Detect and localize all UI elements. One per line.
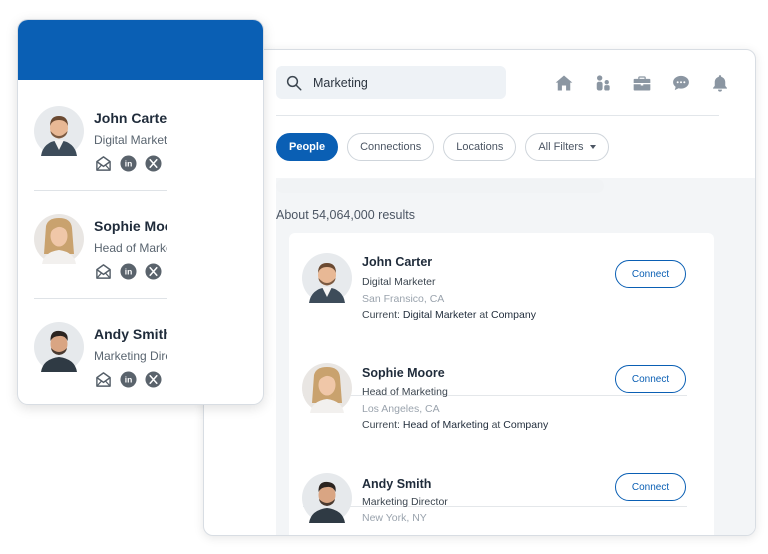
email-icon[interactable] [94,154,112,172]
search-input[interactable] [313,75,493,90]
linkedin-icon[interactable]: in [119,262,137,280]
email-icon[interactable] [94,262,112,280]
filter-label: People [289,141,326,153]
at-word: at [491,419,501,431]
filter-divider [276,179,604,193]
linkedin-icon[interactable]: in [119,370,137,388]
connect-button[interactable]: Connect [615,365,686,393]
result-location: New York, NY [362,512,427,524]
result-name[interactable]: Andy Smith [362,477,431,491]
x-icon[interactable] [144,154,162,172]
contact-actions: in [94,154,162,172]
contact-details: Andy Smith Marketing Director in [94,322,167,402]
contact-name: Andy Smith [94,326,167,342]
result-title: Head of Marketing [362,386,448,398]
current-role: Digital Marketer [402,309,477,321]
connect-button[interactable]: Connect [615,260,686,288]
search-results-window: People Connections Locations All Filters… [203,49,756,536]
svg-text:in: in [124,374,132,384]
current-role: Head of Marketing [402,419,489,431]
contact-title: Head of Marketing [94,241,167,255]
result-item: Sophie Moore Head of Marketing Los Angel… [289,363,714,453]
results-list: John Carter Digital Marketer San Fransic… [289,233,714,535]
filter-label: Connections [360,141,422,153]
filter-people[interactable]: People [276,133,339,161]
contact-details: Sophie Moore Head of Marketing in [94,214,167,294]
filter-label: Locations [456,141,504,153]
messages-icon[interactable] [661,70,700,96]
current-prefix: Current: [362,419,400,431]
avatar [302,363,352,413]
current-company: Company [503,419,549,431]
result-location: Los Angeles, CA [362,403,440,415]
bell-icon[interactable] [700,70,739,96]
result-item: Andy Smith Marketing Director New York, … [289,473,714,535]
header-divider [276,115,719,116]
contact-details: John Carter Digital Marketer in [94,106,167,186]
result-name[interactable]: John Carter [362,255,432,269]
filter-all-filters[interactable]: All Filters [525,133,609,161]
contact-title: Marketing Director [94,349,167,363]
x-icon[interactable] [144,262,162,280]
filter-connections[interactable]: Connections [347,133,435,161]
avatar [302,473,352,523]
result-item: John Carter Digital Marketer San Fransic… [289,253,714,343]
contacts-panel: John Carter Digital Marketer in Sophie M… [17,19,264,405]
avatar [302,253,352,303]
filter-bar: People Connections Locations All Filters [276,133,609,161]
panel-header [18,20,263,80]
current-company: Company [491,309,536,321]
result-location: San Fransico, CA [362,293,445,305]
result-title: Marketing Director [362,496,448,508]
contact-item[interactable]: Andy Smith Marketing Director in [18,322,263,402]
result-title: Digital Marketer [362,276,436,288]
contact-divider [34,298,167,299]
contact-title: Digital Marketer [94,133,167,147]
svg-text:in: in [124,158,132,168]
result-current-position: Current: Digital Marketer at Company [362,309,536,321]
filter-label: All Filters [538,141,584,153]
briefcase-icon[interactable] [622,70,661,96]
search-icon [286,75,302,90]
caret-down-icon [589,145,596,149]
connect-button[interactable]: Connect [615,473,686,501]
avatar [34,322,84,372]
people-icon[interactable] [583,70,622,96]
email-icon[interactable] [94,370,112,388]
contact-item[interactable]: John Carter Digital Marketer in [18,106,263,186]
svg-text:in: in [124,266,132,276]
avatar [34,106,84,156]
home-icon[interactable] [544,70,583,96]
current-prefix: Current: [362,309,400,321]
search-bar[interactable] [276,66,506,99]
filter-locations[interactable]: Locations [443,133,517,161]
results-count: About 54,064,000 results [276,208,415,222]
contact-name: Sophie Moore [94,218,167,234]
linkedin-icon[interactable]: in [119,154,137,172]
contact-name: John Carter [94,110,167,126]
avatar [34,214,84,264]
contact-item[interactable]: Sophie Moore Head of Marketing in [18,214,263,294]
x-icon[interactable] [144,370,162,388]
contact-actions: in [94,262,162,280]
top-nav [544,70,739,96]
result-current-position: Current: Head of Marketing at Company [362,419,548,431]
contact-actions: in [94,370,162,388]
at-word: at [479,309,489,321]
result-name[interactable]: Sophie Moore [362,366,445,380]
contact-divider [34,190,167,191]
